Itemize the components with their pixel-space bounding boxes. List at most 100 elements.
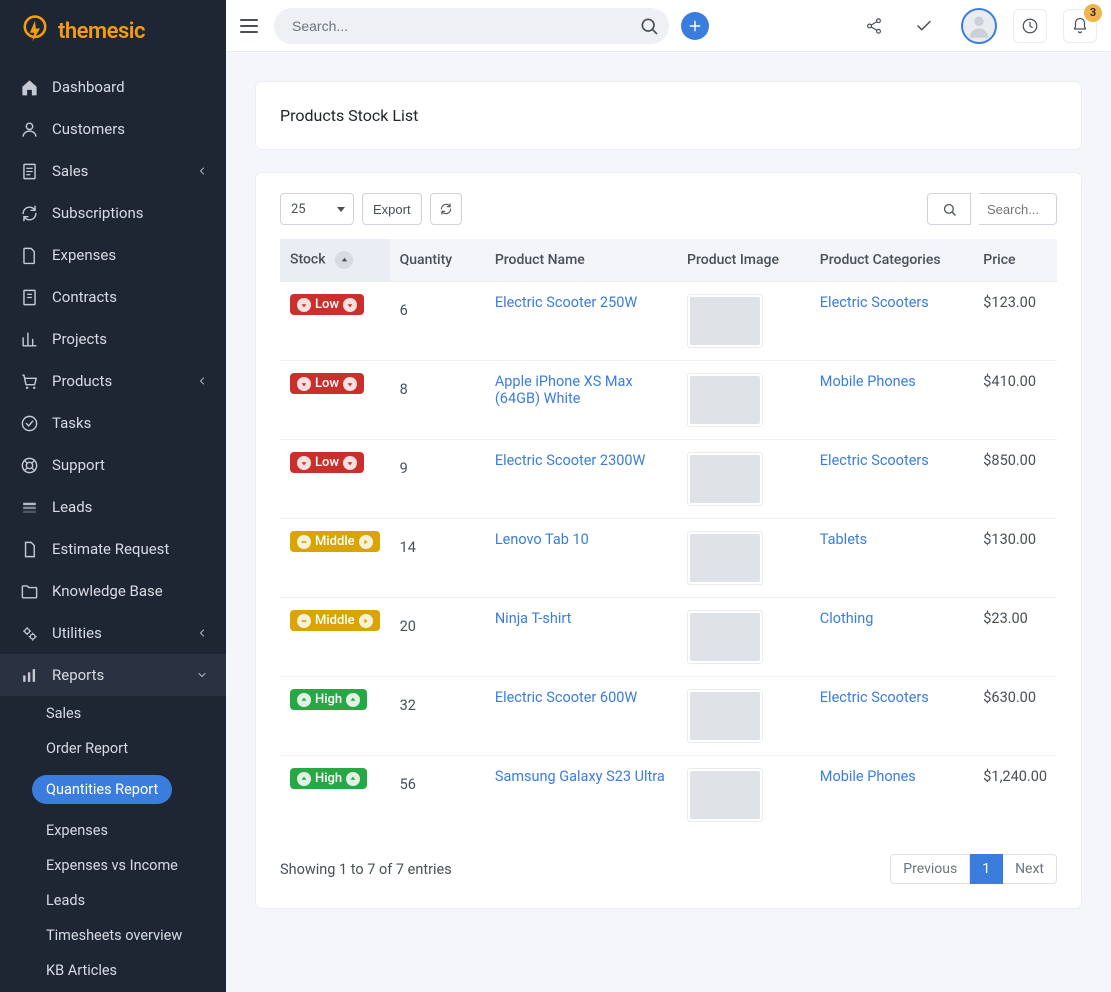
subnav-item-expenses-vs-income[interactable]: Expenses vs Income bbox=[0, 848, 226, 883]
pager-prev[interactable]: Previous bbox=[890, 854, 970, 884]
nav-list: DashboardCustomersSalesSubscriptionsExpe… bbox=[0, 62, 226, 992]
table-search-button[interactable] bbox=[927, 193, 971, 225]
share-button[interactable] bbox=[857, 9, 891, 43]
subnav-item-timesheets-overview[interactable]: Timesheets overview bbox=[0, 918, 226, 953]
col-image[interactable]: Product Image bbox=[677, 239, 810, 282]
nav-item-estimate-request[interactable]: Estimate Request bbox=[0, 528, 226, 570]
nav-item-sales[interactable]: Sales bbox=[0, 150, 226, 192]
quantity: 6 bbox=[400, 302, 408, 319]
cart-icon bbox=[18, 370, 40, 392]
notifications-button[interactable]: 3 bbox=[1063, 9, 1097, 43]
table-row: Middle14Lenovo Tab 10Tablets$130.00 bbox=[280, 519, 1057, 598]
product-link[interactable]: Electric Scooter 2300W bbox=[495, 452, 646, 469]
subnav-item-expenses[interactable]: Expenses bbox=[0, 813, 226, 848]
nav-label: Knowledge Base bbox=[52, 582, 208, 600]
nav-item-subscriptions[interactable]: Subscriptions bbox=[0, 192, 226, 234]
product-link[interactable]: Apple iPhone XS Max (64GB) White bbox=[495, 373, 633, 407]
subnav-label: Timesheets overview bbox=[46, 927, 182, 944]
category-link[interactable]: Tablets bbox=[820, 531, 867, 548]
nav-item-tasks[interactable]: Tasks bbox=[0, 402, 226, 444]
nav-item-customers[interactable]: Customers bbox=[0, 108, 226, 150]
page-header-card: Products Stock List bbox=[256, 82, 1081, 149]
category-link[interactable]: Mobile Phones bbox=[820, 768, 916, 785]
nav-item-reports[interactable]: Reports bbox=[0, 654, 226, 696]
nav-item-knowledge-base[interactable]: Knowledge Base bbox=[0, 570, 226, 612]
pager-page-1[interactable]: 1 bbox=[970, 854, 1003, 884]
avatar-icon bbox=[965, 12, 993, 40]
brand-logo[interactable]: themesic bbox=[0, 0, 226, 62]
col-categories[interactable]: Product Categories bbox=[810, 239, 973, 282]
add-button[interactable] bbox=[681, 12, 709, 40]
product-link[interactable]: Samsung Galaxy S23 Ultra bbox=[495, 768, 665, 785]
chevron-down-icon bbox=[196, 669, 208, 681]
check-button[interactable] bbox=[907, 9, 941, 43]
product-link[interactable]: Lenovo Tab 10 bbox=[495, 531, 589, 548]
nav-label: Tasks bbox=[52, 414, 208, 432]
product-thumbnail[interactable] bbox=[687, 768, 763, 822]
nav-item-expenses[interactable]: Expenses bbox=[0, 234, 226, 276]
nav-item-leads[interactable]: Leads bbox=[0, 486, 226, 528]
subnav-item-quantities-report[interactable]: Quantities Report bbox=[0, 766, 226, 813]
nav-label: Projects bbox=[52, 330, 208, 348]
product-thumbnail[interactable] bbox=[687, 689, 763, 743]
product-thumbnail[interactable] bbox=[687, 610, 763, 664]
product-link[interactable]: Ninja T-shirt bbox=[495, 610, 572, 627]
category-link[interactable]: Clothing bbox=[820, 610, 874, 627]
category-link[interactable]: Electric Scooters bbox=[820, 452, 929, 469]
subnav-label: Order Report bbox=[46, 740, 128, 757]
table-card: 25 Export bbox=[256, 173, 1081, 908]
subnav-label: Quantities Report bbox=[32, 775, 172, 804]
search-input[interactable] bbox=[274, 8, 669, 44]
product-link[interactable]: Electric Scooter 600W bbox=[495, 689, 637, 706]
notification-badge: 3 bbox=[1084, 4, 1102, 22]
receipt-icon bbox=[18, 160, 40, 182]
product-thumbnail[interactable] bbox=[687, 373, 763, 427]
subnav-item-kb-articles[interactable]: KB Articles bbox=[0, 953, 226, 988]
quantity: 14 bbox=[400, 539, 416, 556]
export-button[interactable]: Export bbox=[362, 193, 422, 225]
subnav-label: Leads bbox=[46, 892, 85, 909]
main: 3 Products Stock List 25 Export bbox=[226, 0, 1111, 992]
subnav-item-order-report[interactable]: Order Report bbox=[0, 731, 226, 766]
product-thumbnail[interactable] bbox=[687, 452, 763, 506]
menu-toggle[interactable] bbox=[240, 15, 262, 37]
nav-item-utilities[interactable]: Utilities bbox=[0, 612, 226, 654]
user-avatar[interactable] bbox=[961, 8, 997, 44]
price: $130.00 bbox=[983, 531, 1036, 548]
table-row: Low6Electric Scooter 250WElectric Scoote… bbox=[280, 282, 1057, 361]
category-link[interactable]: Electric Scooters bbox=[820, 294, 929, 311]
subnav-item-leads[interactable]: Leads bbox=[0, 883, 226, 918]
page-size-select[interactable]: 25 bbox=[280, 193, 354, 225]
nav-item-contracts[interactable]: Contracts bbox=[0, 276, 226, 318]
nav-label: Utilities bbox=[52, 624, 196, 642]
folder-icon bbox=[18, 580, 40, 602]
table-row: Low8Apple iPhone XS Max (64GB) WhiteMobi… bbox=[280, 361, 1057, 440]
leads-icon bbox=[18, 496, 40, 518]
quantity: 32 bbox=[400, 697, 416, 714]
activity-button[interactable] bbox=[1013, 9, 1047, 43]
category-link[interactable]: Mobile Phones bbox=[820, 373, 916, 390]
table-footer: Showing 1 to 7 of 7 entries Previous 1 N… bbox=[280, 854, 1057, 884]
product-thumbnail[interactable] bbox=[687, 294, 763, 348]
product-thumbnail[interactable] bbox=[687, 531, 763, 585]
col-stock[interactable]: Stock bbox=[280, 239, 390, 282]
nav-label: Support bbox=[52, 456, 208, 474]
col-quantity[interactable]: Quantity bbox=[390, 239, 485, 282]
pager-next[interactable]: Next bbox=[1003, 854, 1057, 884]
nav-item-dashboard[interactable]: Dashboard bbox=[0, 66, 226, 108]
table-search-input[interactable] bbox=[979, 193, 1057, 225]
col-name[interactable]: Product Name bbox=[485, 239, 677, 282]
nav-item-projects[interactable]: Projects bbox=[0, 318, 226, 360]
category-link[interactable]: Electric Scooters bbox=[820, 689, 929, 706]
nav-label: Contracts bbox=[52, 288, 208, 306]
nav-label: Products bbox=[52, 372, 196, 390]
nav-item-support[interactable]: Support bbox=[0, 444, 226, 486]
home-icon bbox=[18, 76, 40, 98]
subnav-item-sales[interactable]: Sales bbox=[0, 696, 226, 731]
col-price[interactable]: Price bbox=[973, 239, 1057, 282]
product-link[interactable]: Electric Scooter 250W bbox=[495, 294, 637, 311]
refresh-button[interactable] bbox=[430, 193, 462, 225]
reports-submenu: Sales Order Report Quantities Report Expens… bbox=[0, 696, 226, 988]
nav-item-products[interactable]: Products bbox=[0, 360, 226, 402]
search-icon[interactable] bbox=[639, 16, 659, 36]
